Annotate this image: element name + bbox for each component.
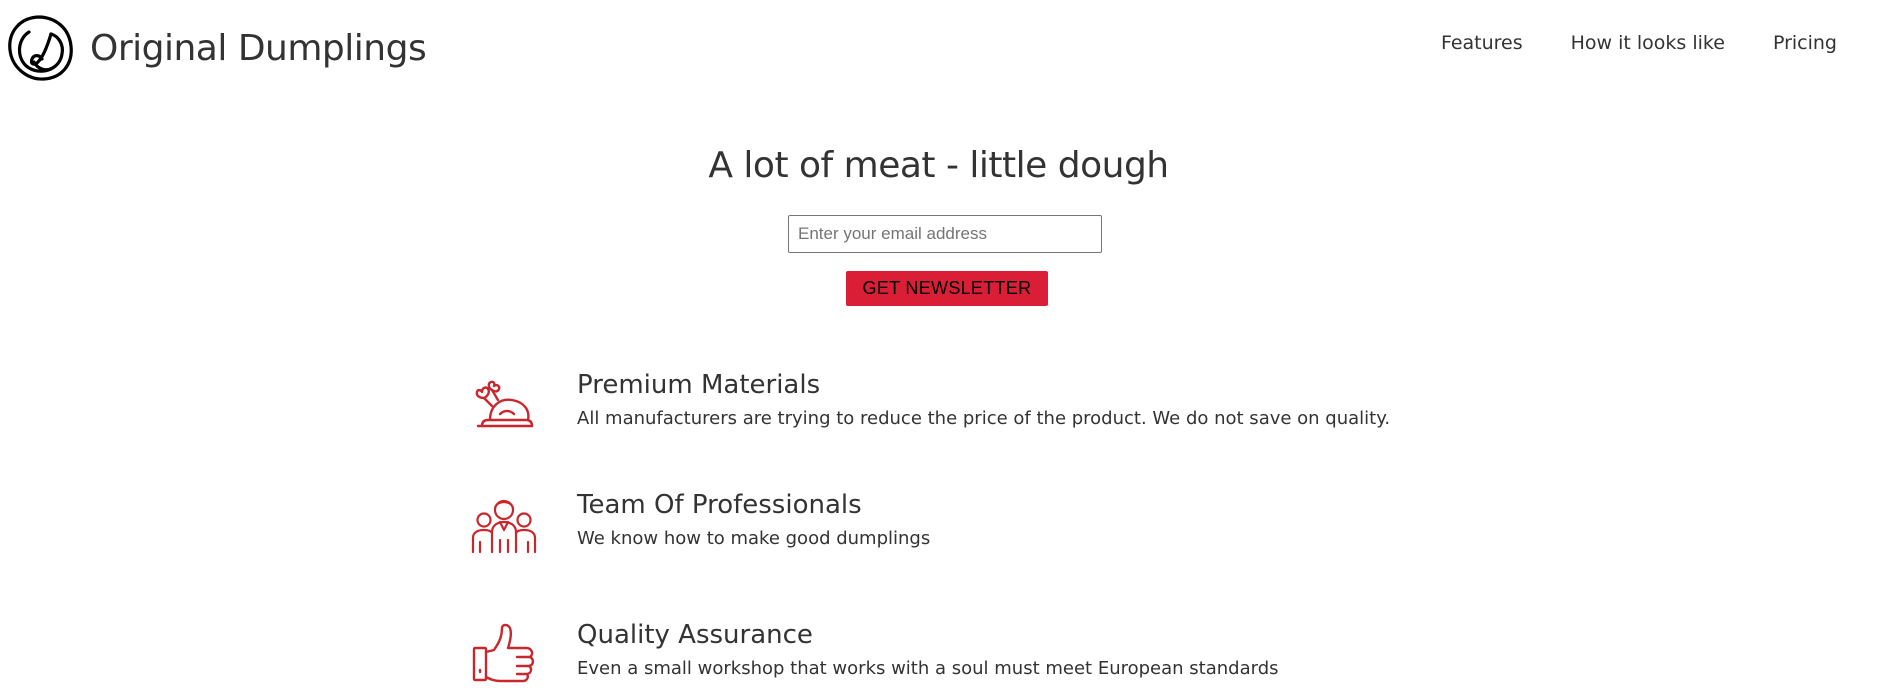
- nav-features[interactable]: Features: [1441, 32, 1523, 54]
- dumpling-logo-icon: [8, 15, 73, 81]
- nav-pricing[interactable]: Pricing: [1773, 32, 1837, 54]
- brand-name: Original Dumplings: [90, 27, 427, 69]
- roast-chicken-icon: [475, 380, 534, 428]
- brand-link[interactable]: Original Dumplings: [4, 12, 427, 84]
- nav-how-it-looks[interactable]: How it looks like: [1571, 32, 1725, 54]
- email-input[interactable]: [788, 215, 1102, 253]
- feature-description: Even a small workshop that works with a …: [577, 658, 1279, 679]
- site-header: Original Dumplings Features How it looks…: [0, 0, 1877, 96]
- thumbs-up-icon: [472, 623, 535, 683]
- get-newsletter-button[interactable]: GET NEWSLETTER: [846, 271, 1048, 306]
- feature-description: All manufacturers are trying to reduce t…: [577, 408, 1391, 429]
- feature-item: Premium Materials All manufacturers are …: [470, 370, 1470, 450]
- feature-item: Quality Assurance Even a small workshop …: [470, 620, 1470, 690]
- page: Original Dumplings Features How it looks…: [0, 0, 1877, 690]
- feature-item: Team Of Professionals We know how to mak…: [470, 490, 1470, 570]
- feature-text: Quality Assurance Even a small workshop …: [577, 620, 1279, 679]
- team-icon: [471, 499, 537, 554]
- feature-title: Quality Assurance: [577, 620, 813, 650]
- hero-section: A lot of meat - little dough GET NEWSLET…: [0, 145, 1877, 306]
- feature-text: Team Of Professionals We know how to mak…: [577, 490, 930, 549]
- feature-text: Premium Materials All manufacturers are …: [577, 370, 1390, 429]
- main-nav: Features How it looks like Pricing: [1441, 32, 1837, 54]
- hero-title: A lot of meat - little dough: [708, 145, 1169, 186]
- feature-title: Premium Materials: [577, 370, 821, 400]
- feature-description: We know how to make good dumplings: [577, 528, 931, 549]
- feature-title: Team Of Professionals: [577, 490, 862, 520]
